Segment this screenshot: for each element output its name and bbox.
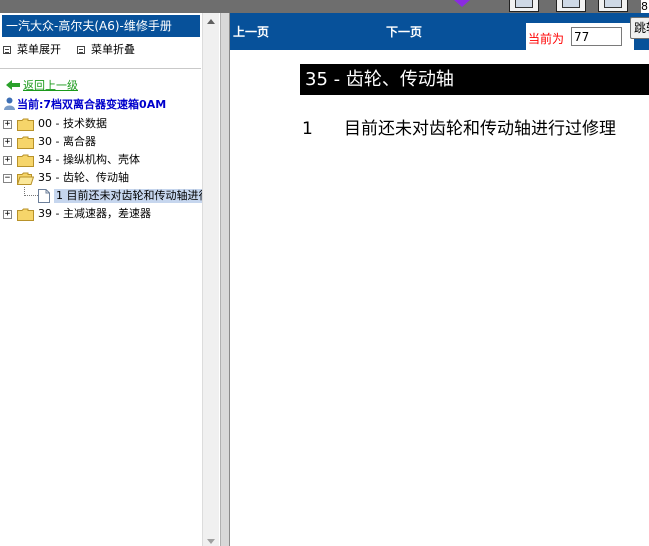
- tree-item-35[interactable]: − 35 - 齿轮、传动轴: [3, 169, 201, 187]
- tree-item-label: 00 - 技术数据: [38, 117, 107, 130]
- document-icon: [38, 189, 50, 203]
- window-icon: [515, 0, 533, 8]
- current-location-label: 当前:7档双离合器变速箱0AM: [17, 98, 167, 111]
- expand-toggle-icon[interactable]: +: [3, 210, 12, 219]
- tree-item-30[interactable]: + 30 - 离合器: [3, 133, 201, 151]
- person-icon: [4, 97, 15, 110]
- tree-item-label: 30 - 离合器: [38, 135, 96, 148]
- scroll-up-arrow-icon[interactable]: [207, 19, 215, 24]
- window-icon: [604, 0, 622, 8]
- layout-button[interactable]: [598, 0, 628, 12]
- menu-expand-button[interactable]: 菜单展开: [3, 43, 61, 57]
- list-icon: [77, 46, 85, 54]
- manual-title: 一汽大众-高尔夫(A6)-维修手册: [2, 15, 200, 37]
- play-icon[interactable]: [452, 0, 472, 7]
- layout-button[interactable]: [509, 0, 539, 12]
- current-location: 当前:7档双离合器变速箱0AM: [4, 97, 166, 111]
- next-page-button[interactable]: 下一页: [386, 24, 422, 40]
- list-icon: [3, 46, 11, 54]
- back-link[interactable]: 返回上一级: [6, 79, 78, 93]
- folder-icon: [17, 154, 34, 167]
- expand-toggle-icon[interactable]: +: [3, 120, 12, 129]
- folder-icon: [17, 118, 34, 131]
- tree-child-label: 1 目前还未对齿轮和传动轴进行过修理: [54, 189, 202, 203]
- page-navbar: 上一页 下一页 当前为 跳转: [230, 13, 649, 50]
- tree-item-00[interactable]: + 00 - 技术数据: [3, 115, 201, 133]
- layout-button[interactable]: [556, 0, 586, 12]
- menu-collapse-label: 菜单折叠: [91, 43, 135, 56]
- window-icon: [562, 0, 580, 8]
- sidebar: 一汽大众-高尔夫(A6)-维修手册 菜单展开 菜单折叠 返回上一级 当前:7档双…: [0, 13, 219, 546]
- scroll-down-arrow-icon[interactable]: [207, 539, 215, 544]
- panel-splitter[interactable]: [220, 13, 230, 546]
- back-link-label: 返回上一级: [23, 79, 78, 92]
- tree-item-label: 35 - 齿轮、传动轴: [38, 171, 129, 184]
- section-title: 35 - 齿轮、传动轴: [300, 64, 649, 95]
- divider: [0, 68, 201, 69]
- sidebar-scrollbar[interactable]: [202, 13, 219, 546]
- item-number: 1: [302, 119, 313, 139]
- expand-toggle-icon[interactable]: +: [3, 138, 12, 147]
- chapter-tree: + 00 - 技术数据 + 30 - 离合器 + 34 - 操纵机构、壳体 − …: [3, 115, 202, 223]
- page-indicator: 当前为: [526, 23, 634, 50]
- open-folder-icon: [17, 172, 34, 185]
- top-strip: 8: [0, 0, 649, 13]
- page-label: 当前为: [528, 32, 565, 46]
- tree-item-34[interactable]: + 34 - 操纵机构、壳体: [3, 151, 201, 169]
- jump-button[interactable]: 跳转: [630, 17, 649, 39]
- prev-page-button[interactable]: 上一页: [233, 24, 269, 40]
- menu-expand-label: 菜单展开: [17, 43, 61, 56]
- content-panel: 上一页 下一页 当前为 跳转 35 - 齿轮、传动轴 1 目前还未对齿轮和传动轴…: [230, 13, 649, 546]
- expand-toggle-icon[interactable]: +: [3, 156, 12, 165]
- tree-item-label: 34 - 操纵机构、壳体: [38, 153, 140, 166]
- item-text: 目前还未对齿轮和传动轴进行过修理: [344, 119, 616, 139]
- back-arrow-icon: [6, 80, 20, 90]
- tree-child-item-selected[interactable]: 1 目前还未对齿轮和传动轴进行过修理: [3, 187, 202, 205]
- collapse-toggle-icon[interactable]: −: [3, 174, 12, 183]
- page-number-input[interactable]: [571, 27, 622, 46]
- folder-icon: [17, 136, 34, 149]
- folder-icon: [17, 208, 34, 221]
- tree-item-label: 39 - 主减速器，差速器: [38, 207, 151, 220]
- menu-collapse-button[interactable]: 菜单折叠: [77, 43, 135, 57]
- tree-item-39[interactable]: + 39 - 主减速器，差速器: [3, 205, 201, 223]
- tree-connector: [24, 187, 38, 196]
- top-digit: 8: [641, 0, 649, 13]
